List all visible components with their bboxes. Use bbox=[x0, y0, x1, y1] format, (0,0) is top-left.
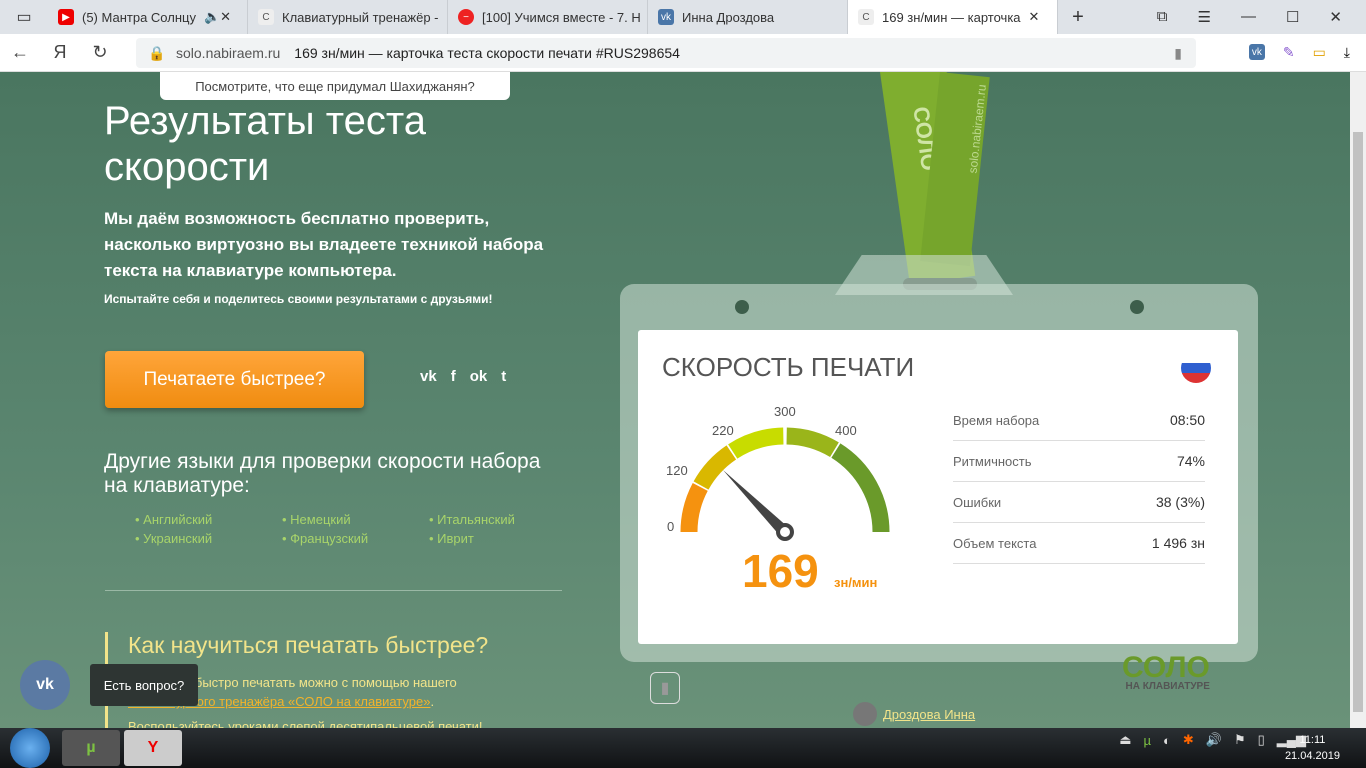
usb-icon[interactable]: ⏏ bbox=[1119, 732, 1131, 748]
utorrent-tray-icon[interactable]: µ bbox=[1144, 733, 1152, 748]
tab[interactable]: ▶ (5) Мантра Солнцу 🔈✕ bbox=[48, 0, 248, 34]
card-title: СКОРОСТЬ ПЕЧАТИ bbox=[662, 352, 915, 382]
russia-flag-icon bbox=[1181, 353, 1211, 383]
stat-row: Ритмичность 74% bbox=[953, 441, 1205, 482]
flag-icon[interactable]: ⚑ bbox=[1234, 732, 1246, 748]
yandex-icon[interactable]: Я bbox=[40, 42, 80, 63]
stat-row: Объем текста 1 496 зн bbox=[953, 523, 1205, 564]
vk-icon: vk bbox=[658, 9, 674, 25]
tab-bar: ▭ ▶ (5) Мантра Солнцу 🔈✕ C Клавиатурный тре… bbox=[0, 0, 1366, 34]
ok-share-icon[interactable]: ok bbox=[470, 368, 488, 385]
reload-icon[interactable]: ↻ bbox=[80, 42, 120, 63]
utorrent-taskbar-icon[interactable]: µ bbox=[62, 730, 120, 766]
language-link[interactable]: Итальянский bbox=[429, 512, 576, 527]
youtube-icon: ▶ bbox=[58, 9, 74, 25]
system-tray: ⏏ µ ◐ ✱ 🔊 ⚑ ▯ ▂▄▆ bbox=[1119, 732, 1306, 748]
vk-chat-button[interactable]: vk bbox=[20, 660, 70, 710]
user-link[interactable]: Дроздова Инна bbox=[853, 702, 975, 726]
gauge-segment bbox=[693, 445, 737, 490]
clock[interactable]: 11:11 21.04.2019 bbox=[1285, 732, 1340, 764]
tab[interactable]: − [100] Учимся вместе - 7. Н bbox=[448, 0, 648, 34]
gauge-label: 220 bbox=[712, 423, 734, 438]
stat-row: Ошибки 38 (3%) bbox=[953, 482, 1205, 523]
language-link[interactable]: Немецкий bbox=[282, 512, 429, 527]
page-content: СОЛО solo.nabiraem.ru Посмотрите, что ещ… bbox=[0, 72, 1350, 728]
divider bbox=[105, 590, 562, 591]
speed-value: 169 bbox=[742, 545, 819, 597]
language-link[interactable]: Иврит bbox=[429, 531, 576, 546]
gauge-segment bbox=[831, 443, 890, 533]
facebook-share-icon[interactable]: f bbox=[451, 368, 456, 385]
tab-active[interactable]: C 169 зн/мин — карточка ✕ bbox=[848, 0, 1058, 34]
bookmark-button[interactable]: ▮ bbox=[650, 672, 680, 704]
tab[interactable]: vk Инна Дроздова bbox=[648, 0, 848, 34]
vk-tooltip: Есть вопрос? bbox=[90, 664, 198, 706]
c-icon: C bbox=[858, 9, 874, 25]
languages-list: Английский Немецкий Итальянский Украинск… bbox=[135, 512, 576, 546]
pen-icon[interactable]: ✎ bbox=[1283, 44, 1295, 61]
scrollbar-thumb[interactable] bbox=[1353, 132, 1363, 712]
back-icon[interactable]: ← bbox=[0, 42, 40, 63]
volume-icon[interactable]: 🔊 bbox=[1206, 732, 1222, 748]
gauge-label: 400 bbox=[835, 423, 857, 438]
lead-text: Мы даём возможность бесплатно проверить,… bbox=[104, 209, 544, 280]
bookmark-icon[interactable]: ▮ bbox=[1174, 45, 1182, 62]
avast-icon[interactable]: ✱ bbox=[1183, 732, 1194, 748]
battery-icon[interactable]: ▭ bbox=[1313, 44, 1326, 61]
speed-unit: зн/мин bbox=[834, 575, 878, 590]
vk-extension-icon[interactable]: vk bbox=[1248, 44, 1265, 60]
minimize-icon[interactable]: — bbox=[1241, 8, 1256, 26]
promo-tooltip[interactable]: Посмотрите, что еще придумал Шахиджанян? bbox=[160, 72, 510, 100]
gauge-segment bbox=[786, 427, 839, 458]
lock-icon: 🔒 bbox=[148, 44, 166, 61]
sidebar-toggle-icon[interactable]: ▭ bbox=[0, 7, 48, 27]
badge-hole bbox=[1130, 300, 1144, 314]
stats-table: Время набора 08:50 Ритмичность 74% Ошибки 3… bbox=[953, 400, 1205, 564]
globe-icon[interactable]: ◐ bbox=[1163, 733, 1171, 748]
close-window-icon[interactable]: ✕ bbox=[1329, 8, 1342, 26]
taskbar: µ Y ⏏ µ ◐ ✱ 🔊 ⚑ ▯ ▂▄▆ 11:11 21.04.2019 bbox=[0, 728, 1366, 768]
url-field[interactable]: 🔒 solo.nabiraem.ru 169 зн/мин — карточка… bbox=[136, 38, 1196, 68]
yandex-taskbar-icon[interactable]: Y bbox=[124, 730, 182, 766]
social-links: vk f ok t bbox=[420, 368, 506, 385]
gauge-segment bbox=[728, 427, 784, 459]
battery-tray-icon[interactable]: ▯ bbox=[1258, 732, 1265, 748]
c-icon: C bbox=[258, 9, 274, 25]
language-link[interactable]: Украинский bbox=[135, 531, 282, 546]
solo-logo: СОЛО НА КЛАВИАТУРЕ bbox=[1122, 651, 1210, 692]
gauge-label: 300 bbox=[774, 404, 796, 419]
speed-gauge: 0 120 220 300 400 bbox=[666, 404, 890, 541]
tab[interactable]: C Клавиатурный тренажёр - bbox=[248, 0, 448, 34]
gauge-label: 120 bbox=[666, 463, 688, 478]
download-icon[interactable]: ⤓ bbox=[1344, 44, 1350, 61]
menu-icon[interactable]: ☰ bbox=[1198, 8, 1211, 26]
other-languages-title: Другие языки для проверки скорости набор… bbox=[104, 450, 541, 497]
gauge-label: 0 bbox=[667, 519, 674, 534]
address-bar: ← Я ↻ 🔒 solo.nabiraem.ru 169 зн/мин — ка… bbox=[0, 34, 1366, 72]
language-link[interactable]: Французский bbox=[282, 531, 429, 546]
new-tab-button[interactable]: + bbox=[1058, 6, 1098, 29]
gauge-segment bbox=[680, 482, 708, 533]
language-link[interactable]: Английский bbox=[135, 512, 282, 527]
result-card: СКОРОСТЬ ПЕЧАТИ 0 120 220 300 400 169 зн… bbox=[638, 330, 1238, 704]
how-title: Как научиться печатать быстрее? bbox=[128, 632, 489, 658]
stop-icon: − bbox=[458, 9, 474, 25]
stat-row: Время набора 08:50 bbox=[953, 400, 1205, 441]
type-faster-button[interactable]: Печатаете быстрее? bbox=[105, 351, 364, 408]
start-button[interactable] bbox=[10, 728, 50, 768]
maximize-icon[interactable]: ☐ bbox=[1286, 8, 1299, 26]
scrollbar[interactable] bbox=[1350, 72, 1366, 728]
badge-hole bbox=[735, 300, 749, 314]
tabs-icon[interactable]: ⧉ bbox=[1157, 8, 1168, 26]
gauge-pivot bbox=[776, 523, 794, 541]
vk-share-icon[interactable]: vk bbox=[420, 368, 437, 385]
page-title: Результаты теста скорости bbox=[104, 99, 427, 189]
share-text: Испытайте себя и поделитесь своими резул… bbox=[104, 292, 493, 306]
twitter-share-icon[interactable]: t bbox=[501, 368, 506, 385]
audio-icon[interactable]: 🔈✕ bbox=[204, 9, 231, 25]
close-tab-icon[interactable]: ✕ bbox=[1029, 9, 1040, 25]
avatar bbox=[853, 702, 877, 726]
